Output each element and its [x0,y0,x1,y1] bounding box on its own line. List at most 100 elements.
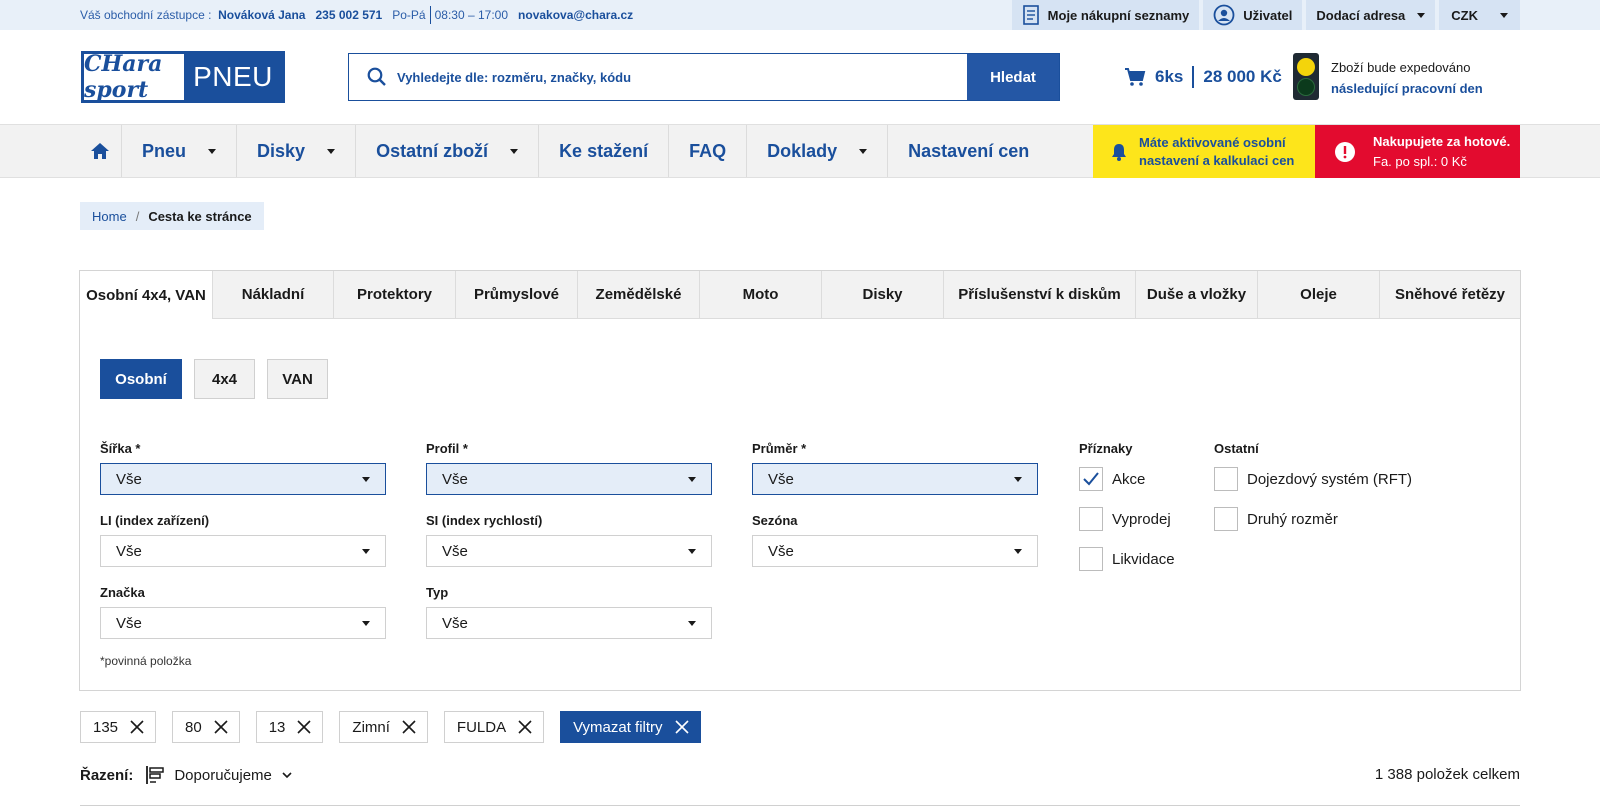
nav-item-ke-stazeni[interactable]: Ke stažení [539,125,670,177]
active-filters: 135 80 13 Zimní FULDA Vymazat filtry [80,711,717,743]
tab-duse-a-vlozky[interactable]: Duše a vložky [1135,271,1257,319]
logo-mark: CHara sport [84,51,184,103]
tab-nakladni[interactable]: Nákladní [212,271,333,319]
flag-likvidace-checkbox[interactable]: Likvidace [1079,547,1175,571]
nav-item-pneu[interactable]: Pneu [122,125,238,177]
chevron-down-icon [688,477,696,482]
season-select[interactable]: Vše [752,535,1038,567]
search-icon [367,67,386,86]
sales-rep-email[interactable]: novakova@chara.cz [518,8,633,22]
width-label: Šířka * [100,441,141,456]
checkbox-unchecked[interactable] [1079,507,1103,531]
filter-chip[interactable]: 13 [255,711,324,743]
diameter-select[interactable]: Vše [752,463,1038,495]
shipping-info: Zboží bude expedováno následující pracov… [1331,57,1483,99]
checkbox-checked[interactable] [1079,467,1103,491]
filter-chip[interactable]: Zimní [339,711,428,743]
cart-summary[interactable]: 6ks 28 000 Kč [1124,64,1282,90]
subtab-van[interactable]: VAN [267,359,328,399]
filter-chip-label: 13 [268,718,286,736]
nav-item-disky[interactable]: Disky [237,125,357,177]
tab-protektory[interactable]: Protektory [333,271,455,319]
close-icon[interactable] [402,720,416,734]
cart-icon [1125,68,1146,86]
results-total: 1 388 položek celkem [1374,766,1520,783]
user-icon [1213,4,1235,26]
tab-prislusenstvi-k-diskum[interactable]: Příslušenství k diskům [943,271,1135,319]
logo[interactable]: CHara sport PNEU [81,51,285,103]
flags-label: Příznaky [1079,441,1133,456]
user-menu[interactable]: Uživatel [1203,0,1303,30]
width-select[interactable]: Vše [100,463,386,495]
tab-zemedelske[interactable]: Zemědělské [577,271,699,319]
type-label: Typ [426,585,449,600]
profile-select[interactable]: Vše [426,463,712,495]
nav-item-ostatni-zbozi[interactable]: Ostatní zboží [356,125,540,177]
filter-chip-label: 80 [185,718,202,736]
filter-chip[interactable]: 80 [172,711,240,743]
subtab-4x4[interactable]: 4x4 [194,359,255,399]
sales-rep-phone[interactable]: 235 002 571 [316,8,383,22]
category-tabs: Osobní 4x4, VAN Nákladní Protektory Prům… [80,271,1520,319]
tab-osobni-4x4-van[interactable]: Osobní 4x4, VAN [80,271,212,319]
filter-chip[interactable]: FULDA [443,711,545,743]
other-label: Ostatní [1214,441,1259,456]
tab-moto[interactable]: Moto [699,271,821,319]
sort-dropdown[interactable]: Doporučujeme [174,767,272,784]
other-rft-checkbox[interactable]: Dojezdový systém (RFT) [1214,467,1412,491]
search-button[interactable]: Hledat [967,54,1059,100]
sort-label: Řazení: [80,766,134,784]
chevron-down-icon [327,148,336,154]
brand-select[interactable]: Vše [100,607,386,639]
breadcrumb-separator: / [135,208,140,224]
nav-item-faq[interactable]: FAQ [669,125,748,177]
filter-chip-label: 135 [93,718,119,736]
checkbox-unchecked[interactable] [1214,507,1238,531]
tab-prumyslove[interactable]: Průmyslové [455,271,577,319]
clear-filters-button[interactable]: Vymazat filtry [560,711,701,743]
shopping-lists-link[interactable]: Moje nákupní seznamy [1011,0,1200,30]
close-icon[interactable] [297,720,311,734]
search-input[interactable]: Vyhledejte dle: rozměru, značky, kódu [349,54,967,100]
close-icon [674,720,689,734]
nav-item-label: Ostatní zboží [376,140,489,161]
other-second-size-checkbox[interactable]: Druhý rozměr [1214,507,1338,531]
close-icon[interactable] [214,720,228,734]
divider [429,6,431,24]
chevron-down-icon [362,621,370,626]
close-icon[interactable] [130,720,144,734]
load-index-select[interactable]: Vše [100,535,386,567]
flag-akce-checkbox[interactable]: Akce [1079,467,1145,491]
green-light [1297,78,1315,96]
flag-vyprodej-checkbox[interactable]: Vyprodej [1079,507,1171,531]
tab-snehove-retezy[interactable]: Sněhové řetězy [1379,271,1520,319]
delivery-address-dropdown[interactable]: Dodací adresa [1306,0,1436,30]
divider [1192,66,1195,88]
close-icon[interactable] [518,720,532,734]
breadcrumb-home[interactable]: Home [92,209,127,224]
subtab-osobni[interactable]: Osobní [100,359,182,399]
sales-rep-label: Váš obchodní zástupce : [80,8,212,22]
nav-home[interactable] [80,125,122,177]
sales-rep-name: Nováková Jana [218,8,306,22]
chevron-down-icon [688,549,696,554]
currency-dropdown[interactable]: CZK [1439,0,1520,30]
diameter-label: Průměr * [752,441,807,456]
checkbox-unchecked[interactable] [1079,547,1103,571]
speed-index-select[interactable]: Vše [426,535,712,567]
filter-panel: Osobní 4x4, VAN Nákladní Protektory Prům… [79,270,1521,691]
price-settings-alert[interactable]: Máte aktivované osobní nastavení a kalku… [1093,125,1315,178]
type-select[interactable]: Vše [426,607,712,639]
sales-rep-info: Váš obchodní zástupce : Nováková Jana 23… [80,0,633,30]
tab-disky[interactable]: Disky [821,271,943,319]
filter-chip[interactable]: 135 [80,711,157,743]
nav-item-doklady[interactable]: Doklady [747,125,889,177]
speed-index-select-value: Vše [442,542,468,560]
nav-item-nastaveni-cen[interactable]: Nastavení cen [888,125,1049,177]
tab-oleje[interactable]: Oleje [1257,271,1379,319]
width-select-value: Vše [116,470,142,488]
load-index-select-value: Vše [116,542,142,560]
top-bar: Váš obchodní zástupce : Nováková Jana 23… [0,0,1600,30]
checkbox-unchecked[interactable] [1214,467,1238,491]
chevron-down-icon[interactable] [282,771,292,779]
